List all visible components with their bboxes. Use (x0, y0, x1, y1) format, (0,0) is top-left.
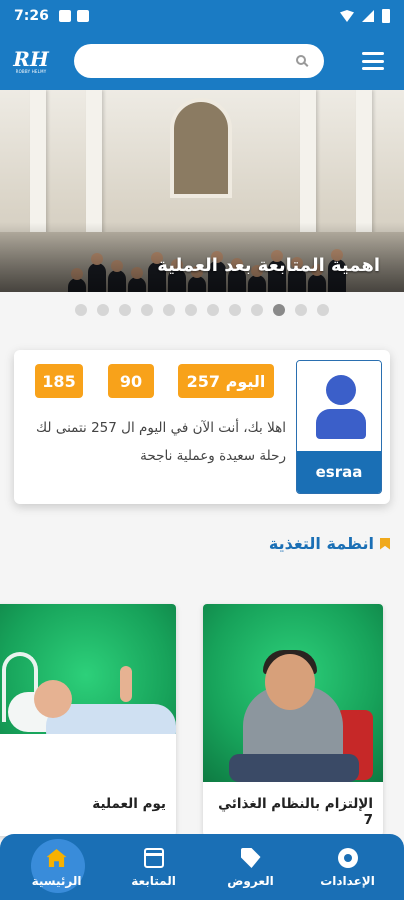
nav-label: العروض (227, 874, 274, 888)
home-icon (46, 849, 67, 867)
carousel-dot[interactable] (229, 304, 241, 316)
gear-icon (337, 848, 358, 868)
app-header: RH ROBBY HELMY (0, 32, 404, 90)
carousel-dot[interactable] (119, 304, 131, 316)
nav-followup[interactable]: المتابعة (110, 837, 198, 897)
article-image (203, 604, 383, 782)
carousel-dot[interactable] (317, 304, 329, 316)
carousel-dot[interactable] (251, 304, 263, 316)
calendar-icon (143, 848, 164, 868)
section-header[interactable]: انظمة التغذية (269, 534, 390, 553)
nav-offers[interactable]: العروض (207, 837, 295, 897)
welcome-message: اهلا بك، أنت الآن في اليوم ال 257 نتمنى … (36, 420, 286, 464)
logo-subtitle: ROBBY HELMY (15, 68, 47, 74)
banner-carousel[interactable]: اهمية المتابعة بعد العملية (0, 90, 404, 292)
logo-mark: RH (13, 46, 49, 71)
sim-icon (58, 10, 71, 22)
status-bar: 7:26 (0, 0, 404, 32)
section-title: انظمة التغذية (268, 534, 374, 553)
carousel-dot[interactable] (97, 304, 109, 316)
article-title: يوم العملية (92, 796, 166, 812)
nav-label: المتابعة (131, 874, 176, 888)
stat-badge-2: 185 (35, 364, 83, 398)
carousel-dot[interactable] (185, 304, 197, 316)
carousel-dot[interactable] (295, 304, 307, 316)
carousel-dot[interactable] (75, 304, 87, 316)
profile-card: esraa اليوم 257 90 185 اهلا بك، أنت الآن… (14, 350, 390, 504)
carousel-dot[interactable] (273, 304, 285, 316)
carousel-dot[interactable] (207, 304, 219, 316)
carousel-dot[interactable] (141, 304, 153, 316)
banner-arch (170, 98, 232, 198)
tag-icon (240, 848, 261, 868)
article-card[interactable]: الإلتزام بالنظام الغذائي 7 (203, 604, 383, 836)
carousel-dots (0, 304, 404, 316)
stat-badge-1: 90 (108, 364, 154, 398)
nav-home[interactable]: الرئيسية (13, 837, 101, 897)
status-time: 7:26 (14, 8, 49, 24)
user-name: esraa (297, 451, 381, 493)
search-icon[interactable] (296, 55, 306, 65)
carousel-dot[interactable] (163, 304, 175, 316)
wifi-icon (340, 10, 354, 22)
nav-settings[interactable]: الإعدادات (304, 837, 392, 897)
day-badge: اليوم 257 (178, 364, 274, 398)
notification-icon (76, 10, 89, 22)
avatar-icon (297, 361, 381, 453)
menu-icon[interactable] (362, 52, 384, 70)
bottom-navigation: الإعدادات العروض المتابعة الرئيسية (0, 834, 404, 900)
battery-icon (382, 9, 390, 23)
search-input[interactable] (74, 44, 324, 78)
app-logo[interactable]: RH ROBBY HELMY (10, 42, 52, 80)
article-card[interactable]: يوم العملية (0, 604, 176, 836)
search-bar[interactable] (74, 44, 324, 78)
avatar[interactable]: esraa (296, 360, 382, 494)
nav-label: الإعدادات (320, 874, 375, 888)
banner-caption: اهمية المتابعة بعد العملية (157, 255, 380, 276)
article-image (0, 604, 176, 782)
signal-icon (362, 10, 374, 22)
article-title: الإلتزام بالنظام الغذائي 7 (218, 796, 373, 828)
bookmark-icon (380, 537, 390, 550)
nav-label: الرئيسية (31, 874, 82, 888)
